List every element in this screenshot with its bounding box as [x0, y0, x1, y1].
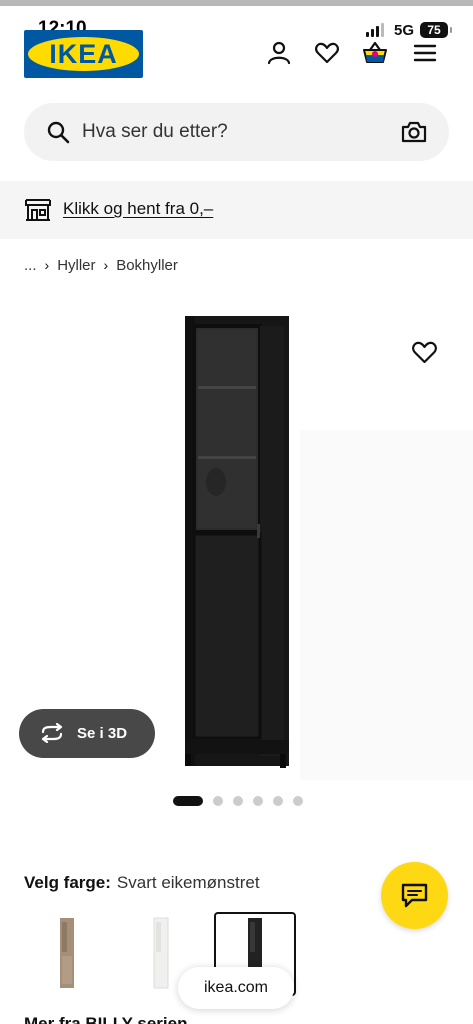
- view-3d-button[interactable]: Se i 3D: [19, 709, 155, 758]
- store-pickup-icon: [25, 199, 51, 221]
- heart-icon[interactable]: [314, 40, 340, 66]
- basket-icon[interactable]: [362, 40, 388, 66]
- search-bar[interactable]: Hva ser du etter?: [24, 103, 449, 161]
- rotate-3d-icon: [41, 723, 63, 743]
- chat-button[interactable]: [381, 862, 448, 929]
- search-placeholder[interactable]: Hva ser du etter?: [82, 121, 228, 143]
- product-image: [185, 316, 289, 768]
- breadcrumb-ellipsis[interactable]: ...: [24, 257, 37, 274]
- click-collect-banner[interactable]: Klikk og hent fra 0,–: [0, 181, 473, 239]
- click-collect-link[interactable]: Klikk og hent fra 0,–: [63, 199, 213, 219]
- logo-text: IKEA: [49, 39, 118, 69]
- favorite-heart-icon[interactable]: [411, 340, 438, 365]
- pagination-dot[interactable]: [213, 796, 223, 806]
- pagination-dot[interactable]: [253, 796, 263, 806]
- signal-icon: [366, 23, 386, 37]
- color-swatch-brown-oak[interactable]: [26, 912, 108, 996]
- pagination-dot[interactable]: [293, 796, 303, 806]
- breadcrumb-item-bokhyller[interactable]: Bokhyller: [116, 257, 178, 274]
- chevron-right-icon: ›: [44, 257, 50, 273]
- user-icon[interactable]: [266, 40, 292, 66]
- breadcrumb: ... › Hyller › Bokhyller: [24, 255, 178, 275]
- network-label: 5G: [394, 22, 415, 39]
- gallery-pagination[interactable]: [173, 796, 303, 806]
- battery-icon: 75: [420, 22, 452, 38]
- breadcrumb-item-hyller[interactable]: Hyller: [57, 257, 95, 274]
- chevron-right-icon: ›: [103, 257, 109, 273]
- camera-icon[interactable]: [401, 120, 427, 144]
- search-icon: [47, 121, 70, 144]
- color-label: Velg farge:: [24, 873, 111, 892]
- ikea-logo[interactable]: IKEA: [24, 30, 143, 78]
- browser-url-bar[interactable]: ikea.com: [178, 967, 294, 1009]
- top-edge: [0, 0, 473, 6]
- menu-icon[interactable]: [412, 40, 438, 66]
- pagination-dot[interactable]: [233, 796, 243, 806]
- chat-icon: [401, 883, 428, 908]
- color-selector-heading: Velg farge: Svart eikemønstret: [24, 873, 260, 893]
- pagination-dot-active[interactable]: [173, 796, 203, 806]
- selected-color-name: Svart eikemønstret: [116, 873, 260, 892]
- pagination-dot[interactable]: [273, 796, 283, 806]
- view-3d-label: Se i 3D: [77, 725, 128, 742]
- series-heading: Mer fra BILLY serien: [24, 1014, 188, 1024]
